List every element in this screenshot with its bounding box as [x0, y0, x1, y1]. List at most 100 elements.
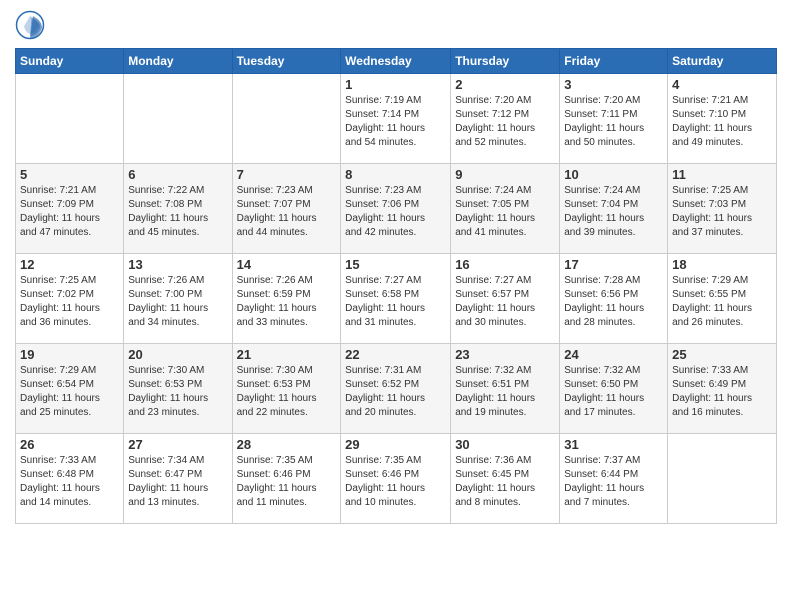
day-info: Sunrise: 7:33 AMSunset: 6:49 PMDaylight:… — [672, 364, 772, 420]
day-info: Sunrise: 7:27 AMSunset: 6:58 PMDaylight:… — [345, 274, 446, 330]
calendar-page: SundayMondayTuesdayWednesdayThursdayFrid… — [0, 0, 792, 612]
day-cell: 19 Sunrise: 7:29 AMSunset: 6:54 PMDayligh… — [16, 344, 124, 434]
day-cell — [124, 74, 232, 164]
weekday-header-row: SundayMondayTuesdayWednesdayThursdayFrid… — [16, 49, 777, 74]
day-number: 3 — [564, 77, 663, 92]
day-info: Sunrise: 7:35 AMSunset: 6:46 PMDaylight:… — [345, 454, 446, 510]
weekday-thursday: Thursday — [451, 49, 560, 74]
weekday-saturday: Saturday — [668, 49, 777, 74]
day-cell: 3 Sunrise: 7:20 AMSunset: 7:11 PMDaylight… — [560, 74, 668, 164]
day-info: Sunrise: 7:22 AMSunset: 7:08 PMDaylight:… — [128, 184, 227, 240]
day-number: 17 — [564, 257, 663, 272]
day-info: Sunrise: 7:31 AMSunset: 6:52 PMDaylight:… — [345, 364, 446, 420]
day-info: Sunrise: 7:21 AMSunset: 7:09 PMDaylight:… — [20, 184, 119, 240]
day-number: 11 — [672, 167, 772, 182]
day-info: Sunrise: 7:20 AMSunset: 7:11 PMDaylight:… — [564, 94, 663, 150]
day-number: 23 — [455, 347, 555, 362]
day-number: 31 — [564, 437, 663, 452]
day-cell: 15 Sunrise: 7:27 AMSunset: 6:58 PMDayligh… — [341, 254, 451, 344]
day-number: 8 — [345, 167, 446, 182]
header — [15, 10, 777, 40]
day-number: 6 — [128, 167, 227, 182]
day-cell — [16, 74, 124, 164]
weekday-sunday: Sunday — [16, 49, 124, 74]
day-cell: 5Sunrise: 7:21 AMSunset: 7:09 PMDaylight… — [16, 164, 124, 254]
day-info: Sunrise: 7:29 AMSunset: 6:54 PMDaylight:… — [20, 364, 119, 420]
day-cell: 9Sunrise: 7:24 AMSunset: 7:05 PMDaylight… — [451, 164, 560, 254]
day-number: 22 — [345, 347, 446, 362]
day-cell: 18Sunrise: 7:29 AMSunset: 6:55 PMDayligh… — [668, 254, 777, 344]
day-cell: 28 Sunrise: 7:35 AMSunset: 6:46 PMDayligh… — [232, 434, 341, 524]
day-cell: 23 Sunrise: 7:32 AMSunset: 6:51 PMDayligh… — [451, 344, 560, 434]
day-info: Sunrise: 7:32 AMSunset: 6:51 PMDaylight:… — [455, 364, 555, 420]
day-number: 14 — [237, 257, 337, 272]
day-info: Sunrise: 7:21 AMSunset: 7:10 PMDaylight:… — [672, 94, 772, 150]
logo-icon — [15, 10, 45, 40]
day-info: Sunrise: 7:30 AMSunset: 6:53 PMDaylight:… — [237, 364, 337, 420]
day-number: 16 — [455, 257, 555, 272]
day-cell: 22 Sunrise: 7:31 AMSunset: 6:52 PMDayligh… — [341, 344, 451, 434]
week-row-1: 1 Sunrise: 7:19 AMSunset: 7:14 PMDaylight… — [16, 74, 777, 164]
day-cell: 12 Sunrise: 7:25 AMSunset: 7:02 PMDayligh… — [16, 254, 124, 344]
day-cell: 14 Sunrise: 7:26 AMSunset: 6:59 PMDayligh… — [232, 254, 341, 344]
day-cell: 29Sunrise: 7:35 AMSunset: 6:46 PMDayligh… — [341, 434, 451, 524]
day-info: Sunrise: 7:23 AMSunset: 7:06 PMDaylight:… — [345, 184, 446, 240]
day-info: Sunrise: 7:32 AMSunset: 6:50 PMDaylight:… — [564, 364, 663, 420]
day-cell — [668, 434, 777, 524]
week-row-4: 19 Sunrise: 7:29 AMSunset: 6:54 PMDayligh… — [16, 344, 777, 434]
day-number: 2 — [455, 77, 555, 92]
day-info: Sunrise: 7:24 AMSunset: 7:05 PMDaylight:… — [455, 184, 555, 240]
day-cell: 1 Sunrise: 7:19 AMSunset: 7:14 PMDaylight… — [341, 74, 451, 164]
day-number: 12 — [20, 257, 119, 272]
day-cell: 25 Sunrise: 7:33 AMSunset: 6:49 PMDayligh… — [668, 344, 777, 434]
day-number: 7 — [237, 167, 337, 182]
day-info: Sunrise: 7:37 AMSunset: 6:44 PMDaylight:… — [564, 454, 663, 510]
day-info: Sunrise: 7:27 AMSunset: 6:57 PMDaylight:… — [455, 274, 555, 330]
day-number: 1 — [345, 77, 446, 92]
day-info: Sunrise: 7:36 AMSunset: 6:45 PMDaylight:… — [455, 454, 555, 510]
day-info: Sunrise: 7:29 AMSunset: 6:55 PMDaylight:… — [672, 274, 772, 330]
day-number: 28 — [237, 437, 337, 452]
logo — [15, 10, 49, 40]
day-cell: 21 Sunrise: 7:30 AMSunset: 6:53 PMDayligh… — [232, 344, 341, 434]
day-info: Sunrise: 7:28 AMSunset: 6:56 PMDaylight:… — [564, 274, 663, 330]
day-number: 15 — [345, 257, 446, 272]
day-cell: 4 Sunrise: 7:21 AMSunset: 7:10 PMDaylight… — [668, 74, 777, 164]
weekday-monday: Monday — [124, 49, 232, 74]
day-info: Sunrise: 7:24 AMSunset: 7:04 PMDaylight:… — [564, 184, 663, 240]
day-number: 13 — [128, 257, 227, 272]
day-cell: 30Sunrise: 7:36 AMSunset: 6:45 PMDayligh… — [451, 434, 560, 524]
day-number: 4 — [672, 77, 772, 92]
day-info: Sunrise: 7:35 AMSunset: 6:46 PMDaylight:… — [237, 454, 337, 510]
day-number: 21 — [237, 347, 337, 362]
day-cell: 13Sunrise: 7:26 AMSunset: 7:00 PMDayligh… — [124, 254, 232, 344]
day-info: Sunrise: 7:25 AMSunset: 7:02 PMDaylight:… — [20, 274, 119, 330]
day-info: Sunrise: 7:25 AMSunset: 7:03 PMDaylight:… — [672, 184, 772, 240]
day-cell: 7 Sunrise: 7:23 AMSunset: 7:07 PMDaylight… — [232, 164, 341, 254]
day-cell: 24 Sunrise: 7:32 AMSunset: 6:50 PMDayligh… — [560, 344, 668, 434]
day-info: Sunrise: 7:19 AMSunset: 7:14 PMDaylight:… — [345, 94, 446, 150]
day-cell: 26Sunrise: 7:33 AMSunset: 6:48 PMDayligh… — [16, 434, 124, 524]
day-cell: 10 Sunrise: 7:24 AMSunset: 7:04 PMDayligh… — [560, 164, 668, 254]
weekday-wednesday: Wednesday — [341, 49, 451, 74]
day-number: 10 — [564, 167, 663, 182]
day-number: 24 — [564, 347, 663, 362]
day-info: Sunrise: 7:34 AMSunset: 6:47 PMDaylight:… — [128, 454, 227, 510]
day-cell — [232, 74, 341, 164]
day-number: 20 — [128, 347, 227, 362]
week-row-5: 26Sunrise: 7:33 AMSunset: 6:48 PMDayligh… — [16, 434, 777, 524]
day-info: Sunrise: 7:20 AMSunset: 7:12 PMDaylight:… — [455, 94, 555, 150]
day-info: Sunrise: 7:30 AMSunset: 6:53 PMDaylight:… — [128, 364, 227, 420]
day-cell: 8 Sunrise: 7:23 AMSunset: 7:06 PMDaylight… — [341, 164, 451, 254]
day-cell: 16 Sunrise: 7:27 AMSunset: 6:57 PMDayligh… — [451, 254, 560, 344]
day-cell: 17 Sunrise: 7:28 AMSunset: 6:56 PMDayligh… — [560, 254, 668, 344]
calendar-table: SundayMondayTuesdayWednesdayThursdayFrid… — [15, 48, 777, 524]
day-number: 19 — [20, 347, 119, 362]
day-cell: 31 Sunrise: 7:37 AMSunset: 6:44 PMDayligh… — [560, 434, 668, 524]
day-number: 25 — [672, 347, 772, 362]
day-cell: 2 Sunrise: 7:20 AMSunset: 7:12 PMDaylight… — [451, 74, 560, 164]
day-info: Sunrise: 7:26 AMSunset: 6:59 PMDaylight:… — [237, 274, 337, 330]
week-row-2: 5Sunrise: 7:21 AMSunset: 7:09 PMDaylight… — [16, 164, 777, 254]
day-info: Sunrise: 7:33 AMSunset: 6:48 PMDaylight:… — [20, 454, 119, 510]
day-info: Sunrise: 7:23 AMSunset: 7:07 PMDaylight:… — [237, 184, 337, 240]
